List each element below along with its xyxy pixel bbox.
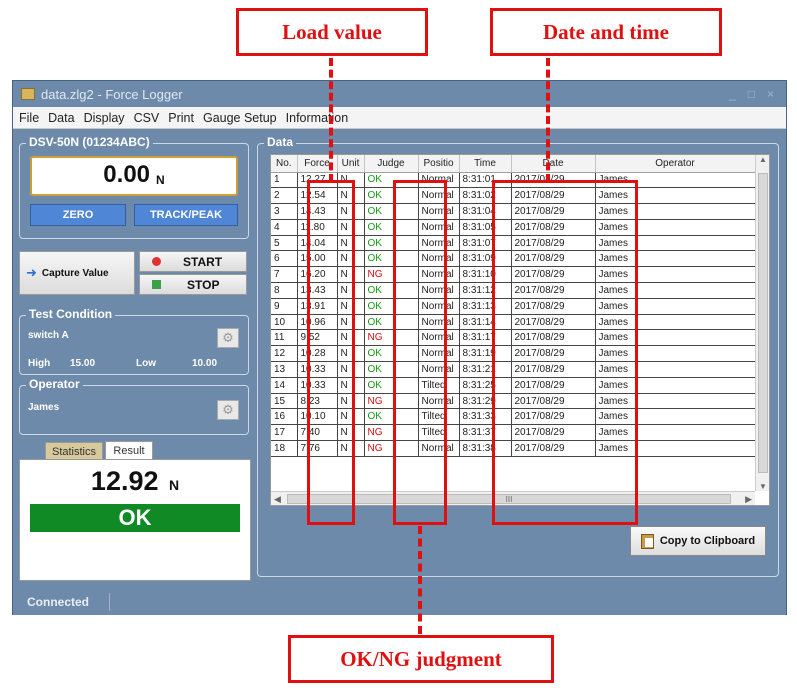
- operator-label: Operator: [26, 377, 83, 391]
- tab-statistics[interactable]: Statistics: [45, 442, 103, 460]
- cell-no: 16: [271, 408, 298, 426]
- status-separator: [109, 593, 111, 611]
- maximize-icon[interactable]: □: [748, 87, 755, 101]
- callout-load-value: Load value: [236, 8, 428, 56]
- high-label: High: [28, 358, 51, 369]
- table-header-row: No. Force Unit Judge Positio Time Date O…: [271, 155, 756, 173]
- leader-date-time: [546, 58, 550, 182]
- operator-group: Operator James ⚙: [19, 377, 249, 435]
- page: Load value Date and time OK/NG judgment …: [0, 0, 797, 688]
- highlight-force-column: [307, 180, 355, 525]
- start-label: START: [183, 254, 223, 269]
- capture-value-label: Capture Value: [41, 267, 109, 279]
- cell-no: 17: [271, 424, 298, 442]
- callout-date-time: Date and time: [490, 8, 722, 56]
- scroll-left-icon[interactable]: ◀: [274, 494, 281, 505]
- result-display: 12.92 N: [20, 466, 250, 497]
- cell-no: 2: [271, 187, 298, 205]
- cell-no: 11: [271, 329, 298, 347]
- cell-no: 15: [271, 393, 298, 410]
- cell-no: 13: [271, 361, 298, 378]
- operator-name: James: [28, 402, 60, 413]
- menu-print[interactable]: Print: [168, 111, 194, 125]
- red-dot-icon: [152, 257, 161, 266]
- highlight-judge-column: [393, 180, 447, 525]
- vertical-scrollbar[interactable]: ▲ ▼: [755, 155, 769, 491]
- high-value: 15.00: [70, 358, 96, 369]
- connection-status: Connected: [27, 595, 90, 609]
- menu-display[interactable]: Display: [84, 111, 125, 125]
- title-bar: data.zlg2 - Force Logger _ □ ×: [13, 81, 786, 107]
- col-header-position[interactable]: Positio: [418, 155, 460, 173]
- col-header-judge[interactable]: Judge: [364, 155, 419, 173]
- gauge-unit: N: [156, 173, 165, 187]
- leader-load-value: [329, 58, 333, 182]
- copy-to-clipboard-label: Copy to Clipboard: [659, 535, 756, 547]
- stop-label: STOP: [187, 277, 220, 292]
- condition-name: switch A: [28, 330, 69, 341]
- col-header-time[interactable]: Time: [459, 155, 512, 173]
- menu-file[interactable]: File: [19, 111, 39, 125]
- clipboard-icon: [640, 533, 654, 549]
- cell-no: 18: [271, 440, 298, 457]
- window-title: data.zlg2 - Force Logger: [41, 86, 183, 102]
- cell-no: 8: [271, 282, 298, 299]
- cell-no: 7: [271, 266, 298, 284]
- cell-no: 5: [271, 235, 298, 252]
- close-icon[interactable]: ×: [767, 87, 774, 101]
- gauge-value: 0.00: [103, 161, 151, 188]
- scroll-right-icon[interactable]: ▶: [745, 494, 752, 505]
- condition-settings-gear-icon[interactable]: ⚙: [217, 328, 239, 348]
- scroll-down-icon[interactable]: ▼: [756, 482, 769, 491]
- app-icon: [21, 88, 35, 100]
- vertical-scroll-thumb[interactable]: [758, 173, 768, 473]
- menu-data[interactable]: Data: [48, 111, 74, 125]
- col-header-no[interactable]: No.: [271, 155, 298, 173]
- copy-to-clipboard-button[interactable]: Copy to Clipboard: [630, 526, 766, 556]
- col-header-date[interactable]: Date: [511, 155, 596, 173]
- callout-judgment: OK/NG judgment: [288, 635, 554, 683]
- data-label: Data: [264, 135, 297, 149]
- menu-bar: File Data Display CSV Print Gauge Setup …: [13, 107, 786, 129]
- track-peak-button[interactable]: TRACK/PEAK: [134, 204, 238, 226]
- result-value: 12.92: [90, 466, 159, 496]
- cell-no: 12: [271, 345, 298, 363]
- leader-judgment: [418, 526, 422, 634]
- cell-no: 10: [271, 314, 298, 331]
- test-condition-label: Test Condition: [26, 307, 116, 321]
- gauge-label: DSV-50N (01234ABC): [26, 135, 153, 149]
- low-value: 10.00: [192, 358, 218, 369]
- status-bar: Connected: [13, 589, 786, 615]
- minimize-icon[interactable]: _: [729, 87, 736, 101]
- low-label: Low: [136, 358, 156, 369]
- test-condition-group: Test Condition switch A ⚙ High 15.00 Low…: [19, 307, 249, 375]
- cell-no: 1: [271, 172, 298, 189]
- cell-no: 3: [271, 203, 298, 220]
- col-header-unit[interactable]: Unit: [337, 155, 365, 173]
- cell-no: 14: [271, 377, 298, 394]
- result-judge-bar: OK: [30, 504, 240, 532]
- tab-result[interactable]: Result: [105, 441, 153, 460]
- col-header-operator[interactable]: Operator: [595, 155, 756, 173]
- menu-csv[interactable]: CSV: [134, 111, 160, 125]
- scroll-up-icon[interactable]: ▲: [756, 155, 769, 164]
- zero-button[interactable]: ZERO: [30, 204, 126, 226]
- cell-no: 4: [271, 219, 298, 236]
- cell-no: 6: [271, 250, 298, 268]
- menu-gauge-setup[interactable]: Gauge Setup: [203, 111, 277, 125]
- highlight-time-date-columns: [492, 180, 638, 525]
- capture-value-button[interactable]: ➜ Capture Value: [19, 251, 135, 295]
- result-panel: 12.92 N OK: [19, 459, 251, 581]
- start-button[interactable]: START: [139, 251, 247, 272]
- operator-settings-gear-icon[interactable]: ⚙: [217, 400, 239, 420]
- result-unit: N: [168, 477, 180, 493]
- gauge-group: DSV-50N (01234ABC) 0.00 N ZERO TRACK/PEA…: [19, 135, 249, 239]
- green-square-icon: [152, 280, 161, 289]
- stop-button[interactable]: STOP: [139, 274, 247, 295]
- cell-no: 9: [271, 298, 298, 315]
- gauge-display: 0.00 N: [30, 156, 238, 196]
- capture-arrow-icon: ➜: [26, 265, 37, 280]
- menu-information[interactable]: Information: [286, 111, 349, 125]
